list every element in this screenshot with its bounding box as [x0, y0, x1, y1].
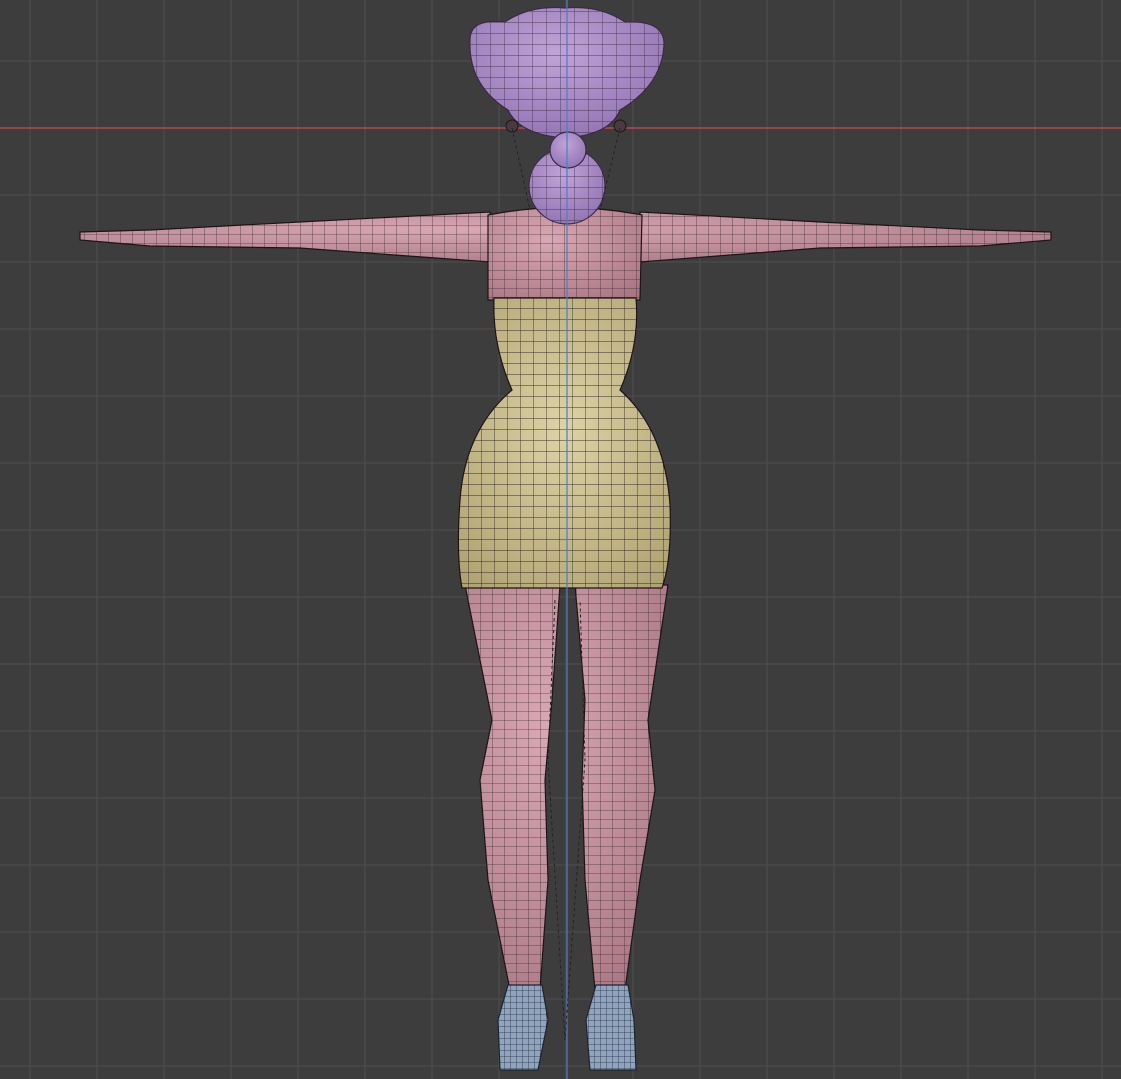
- 3d-viewport[interactable]: [0, 0, 1121, 1079]
- character-model[interactable]: [0, 0, 1121, 1079]
- dress: [457, 297, 671, 589]
